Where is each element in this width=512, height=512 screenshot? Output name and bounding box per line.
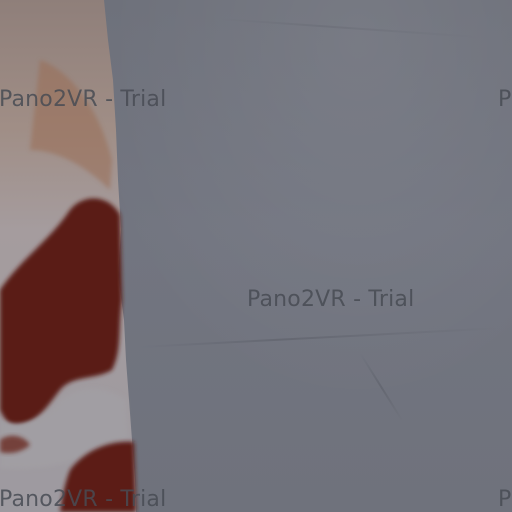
trial-watermark-cut: P: [498, 87, 512, 112]
fabric-fold: [219, 18, 480, 39]
fabric-fold: [359, 352, 404, 422]
fabric-fold: [139, 327, 500, 348]
trial-watermark: Pano2VR - Trial: [247, 287, 415, 312]
trial-watermark-cut: P: [498, 487, 512, 512]
panorama-viewport[interactable]: Pano2VR - Trial P Pano2VR - Trial Pano2V…: [0, 0, 512, 512]
fur-strip: [0, 0, 136, 512]
